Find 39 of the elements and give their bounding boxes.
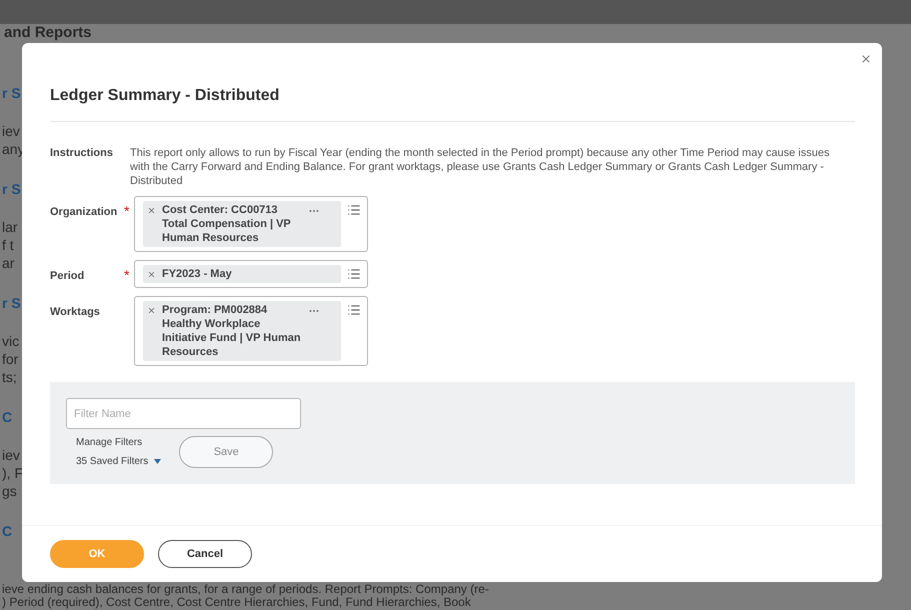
report-description: for [2, 350, 18, 368]
manage-filters-link[interactable]: Manage Filters [76, 437, 162, 448]
instructions-text: This report only allows to run by Fiscal Year (ending the month selected in the Period prompt) because any other Time Period may cause issues with the Carry Forward and Ending Balance. For grant worktags, please use Grants Cash Ledger Summary or Grants Cash Ledger Summary - Distributed [130, 146, 830, 188]
required-mark: * [124, 268, 130, 282]
report-link[interactable]: r S [2, 180, 21, 198]
ok-button[interactable]: OK [50, 540, 144, 568]
report-description: iev [2, 446, 20, 464]
prompt-field[interactable]: FY2023 - May [134, 260, 368, 288]
report-description: ts; [2, 368, 17, 386]
cancel-button[interactable]: Cancel [158, 540, 252, 568]
field-label: Period [50, 269, 86, 282]
report-description: gs [2, 482, 17, 500]
report-link[interactable]: r S [2, 84, 21, 102]
filter-name-field[interactable]: Filter Name [66, 398, 301, 429]
saved-filters-dropdown[interactable]: 35 Saved Filters [76, 456, 162, 467]
report-description: f t [2, 236, 14, 254]
report-description: vic [2, 332, 20, 350]
chip-text: FY2023 - May [162, 267, 233, 281]
dialog-title: Ledger Summary - Distributed [50, 87, 855, 122]
report-description: ar [2, 254, 14, 272]
report-description: ), F [2, 464, 23, 482]
report-link[interactable]: C [2, 408, 12, 426]
chip-text: Program: PM002884 Healthy Workplace Initiative Fund | VP Human Resources [162, 303, 302, 359]
report-description: ieve ending cash balances for grants, for a range of periods. Report Prompts: Company (re- [1, 583, 489, 596]
page-heading: and Reports [3, 24, 92, 42]
report-description: ) Period (required), Cost Centre, Cost Centre Hierarchies, Fund, Fund Hierarchies, Book [1, 596, 471, 609]
report-description: iev [2, 122, 20, 140]
chip-text: Cost Center: CC00713 Total Compensation | VP Human Resources [162, 203, 292, 245]
prompt-field[interactable]: Program: PM002884 Healthy Workplace Initiative Fund | VP Human Resources [134, 296, 368, 366]
report-link[interactable]: r S [2, 294, 21, 312]
field-label: Organization [50, 205, 118, 218]
caret-icon [154, 459, 162, 464]
report-link[interactable]: C [2, 522, 12, 540]
prompt-field[interactable]: Cost Center: CC00713 Total Compensation | VP Human Resources [134, 196, 368, 252]
report-description: lar [2, 218, 18, 236]
field-label: Instructions [50, 146, 114, 161]
save-button[interactable]: Save [179, 436, 274, 468]
field-label: Worktags [50, 305, 101, 318]
required-mark: * [124, 204, 130, 218]
